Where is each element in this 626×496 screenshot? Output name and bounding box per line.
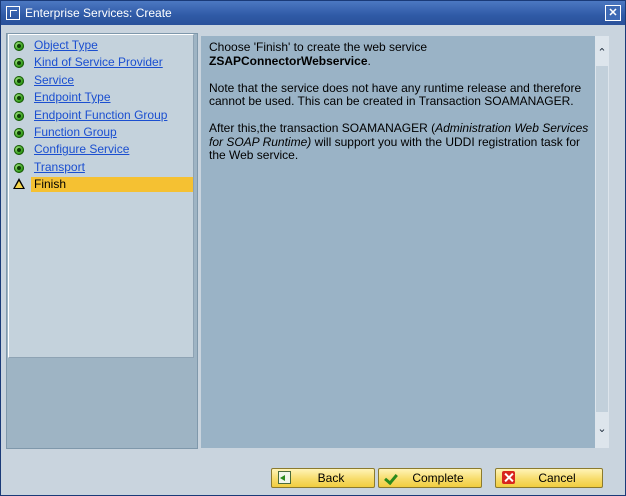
uddi-paragraph: After this,the transaction SOAMANAGER (A… xyxy=(209,121,593,163)
service-name: ZSAPConnectorWebservice xyxy=(209,53,368,68)
scroll-track[interactable] xyxy=(596,66,608,412)
green-circle-icon xyxy=(14,127,24,138)
step-label[interactable]: Service xyxy=(34,73,74,87)
back-button-label: Back xyxy=(317,471,345,485)
checkmark-icon xyxy=(385,471,398,484)
step-label[interactable]: Configure Service xyxy=(34,142,129,156)
step-transport[interactable]: Transport xyxy=(9,159,193,176)
cancel-button[interactable]: Cancel xyxy=(495,468,603,488)
step-label[interactable]: Endpoint Type xyxy=(34,90,111,104)
step-navigation-panel: Object Type Kind of Service Provider Ser… xyxy=(8,34,194,358)
step-configure-service[interactable]: Configure Service xyxy=(9,141,193,158)
step-label[interactable]: Kind of Service Provider xyxy=(34,55,163,69)
cancel-x-icon xyxy=(502,471,515,484)
warning-triangle-icon xyxy=(13,178,25,190)
green-circle-icon xyxy=(14,75,24,86)
green-circle-icon xyxy=(14,58,24,69)
complete-button-label: Complete xyxy=(412,471,464,485)
content-panel: Choose 'Finish' to create the web servic… xyxy=(201,36,595,448)
runtime-note-paragraph: Note that the service does not have any … xyxy=(209,80,593,109)
green-circle-icon xyxy=(14,41,24,51)
green-circle-icon xyxy=(14,145,24,156)
close-icon[interactable]: ✕ xyxy=(605,5,621,21)
green-circle-icon xyxy=(14,162,24,173)
window-icon xyxy=(6,6,20,20)
green-circle-icon xyxy=(14,93,24,104)
step-label[interactable]: Function Group xyxy=(34,125,117,139)
button-bar: Back Complete Cancel xyxy=(1,459,625,495)
vertical-scrollbar[interactable]: ⌃ ⌄ xyxy=(595,36,609,448)
complete-button[interactable]: Complete xyxy=(378,468,482,488)
step-endpoint-type[interactable]: Endpoint Type xyxy=(9,89,193,106)
step-service[interactable]: Service xyxy=(9,72,193,89)
step-function-group[interactable]: Function Group xyxy=(9,124,193,141)
chevron-down-icon[interactable]: ⌄ xyxy=(595,418,609,440)
back-arrow-icon xyxy=(278,471,291,484)
step-endpoint-function-group[interactable]: Endpoint Function Group xyxy=(9,107,193,124)
cancel-button-label: Cancel xyxy=(538,471,576,485)
step-label: Finish xyxy=(34,177,67,192)
step-label[interactable]: Transport xyxy=(34,160,85,174)
step-finish[interactable]: Finish xyxy=(9,176,193,193)
green-circle-icon xyxy=(14,110,24,121)
finish-paragraph: Choose 'Finish' to create the web servic… xyxy=(209,40,593,68)
step-label[interactable]: Object Type xyxy=(34,38,98,52)
title-bar[interactable]: Enterprise Services: Create ✕ xyxy=(1,1,625,25)
uddi-text-prefix: After this,the transaction SOAMANAGER ( xyxy=(209,121,436,135)
finish-instructions: Choose 'Finish' to create the web servic… xyxy=(209,40,593,176)
step-kind-of-service-provider[interactable]: Kind of Service Provider xyxy=(9,54,193,71)
step-list: Object Type Kind of Service Provider Ser… xyxy=(9,37,193,194)
runtime-note-text: Note that the service does not have any … xyxy=(209,80,582,108)
finish-text: Choose 'Finish' to create the web servic… xyxy=(209,40,428,54)
enterprise-services-dialog: Enterprise Services: Create ✕ Object Typ… xyxy=(0,0,626,496)
chevron-up-icon[interactable]: ⌃ xyxy=(595,42,609,64)
step-label[interactable]: Endpoint Function Group xyxy=(34,108,167,122)
step-object-type[interactable]: Object Type xyxy=(9,37,193,54)
finish-period: . xyxy=(367,53,371,68)
back-button[interactable]: Back xyxy=(271,468,375,488)
window-title: Enterprise Services: Create xyxy=(25,6,172,20)
